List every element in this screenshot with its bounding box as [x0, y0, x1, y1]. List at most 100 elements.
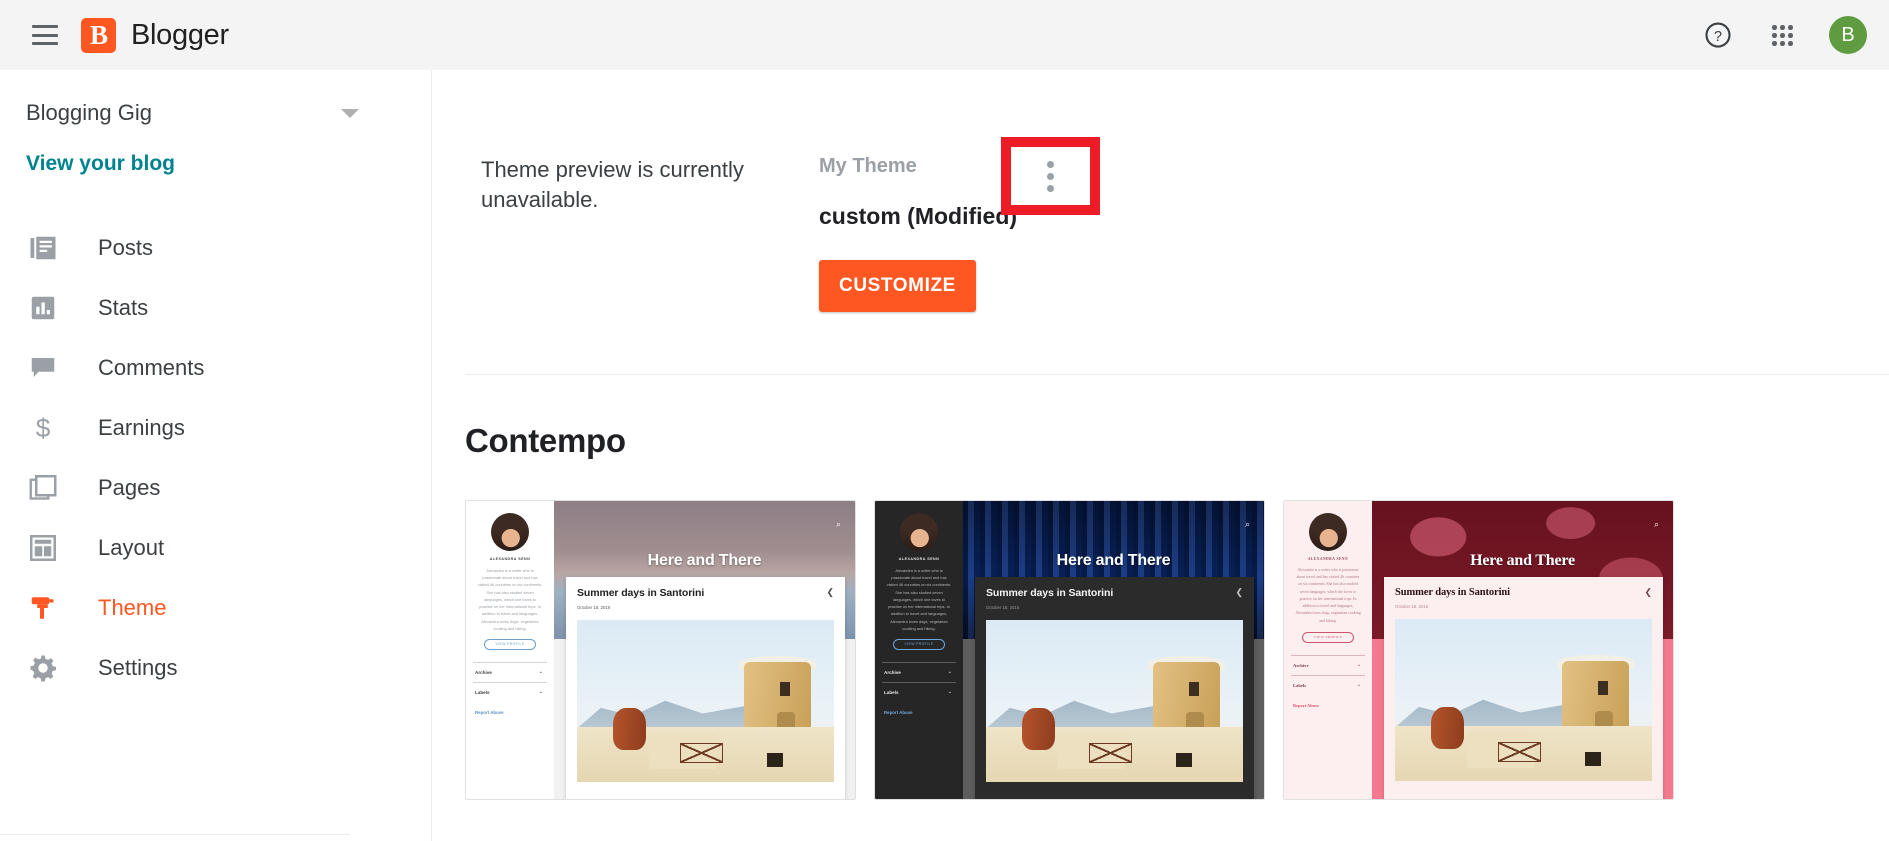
theme-icon — [26, 591, 60, 625]
preview-widgets: Archive ⌄ Labels ⌄ — [882, 661, 956, 702]
sidebar-item-earnings[interactable]: $ Earnings — [0, 398, 431, 458]
preview-post-title: Summer days in Santorini — [577, 587, 705, 599]
preview-report-abuse: Report Abuse — [475, 709, 504, 715]
sidebar: Blogging Gig View your blog Posts Stats … — [0, 70, 432, 841]
preview-unavailable-message: Theme preview is currently unavailable. — [481, 157, 744, 212]
theme-card-list: ALEXANDRA SENN Alexandra is a writer who… — [465, 500, 1889, 800]
theme-card[interactable]: ALEXANDRA SENN Alexandra is a writer who… — [1283, 500, 1674, 800]
comments-icon — [26, 351, 60, 385]
sidebar-nav: Posts Stats Comments $ Earnings Pages La… — [0, 218, 431, 698]
preview-author: ALEXANDRA SENN — [1307, 557, 1349, 561]
sidebar-item-posts[interactable]: Posts — [0, 218, 431, 278]
preview-widget-archive: Archive ⌄ — [882, 661, 956, 682]
sidebar-item-pages[interactable]: Pages — [0, 458, 431, 518]
current-theme-panel: Theme preview is currently unavailable. … — [433, 70, 1889, 312]
preview-post-head: Summer days in Santorini ❮ — [986, 587, 1243, 599]
chevron-down-icon: ⌄ — [1356, 683, 1361, 689]
pages-icon — [26, 471, 60, 505]
preview-widgets: Archive ⌄ Labels ⌄ — [473, 661, 547, 702]
sidebar-item-layout[interactable]: Layout — [0, 518, 431, 578]
app-title: Blogger — [131, 18, 229, 51]
preview-post-head: Summer days in Santorini ❮ — [1395, 587, 1652, 598]
theme-overflow-menu-highlight — [1001, 137, 1100, 215]
preview-sidebar: ALEXANDRA SENN Alexandra is a writer who… — [1284, 501, 1372, 799]
view-your-blog-link[interactable]: View your blog — [26, 152, 175, 176]
sidebar-item-label: Layout — [98, 535, 165, 560]
chevron-down-icon: ⌄ — [947, 689, 952, 696]
preview-avatar — [491, 513, 529, 551]
page-title: Contempo — [465, 422, 626, 459]
avatar[interactable]: B — [1829, 16, 1867, 54]
share-icon: ❮ — [826, 587, 834, 597]
main-content: Theme preview is currently unavailable. … — [433, 70, 1889, 841]
preview-widget-labels: Labels ⌄ — [1291, 674, 1365, 695]
settings-icon — [26, 651, 60, 685]
preview-post-title: Summer days in Santorini — [986, 587, 1114, 599]
preview-bio: Alexandra is a writer who is passionate … — [477, 568, 543, 631]
sidebar-item-label: Stats — [98, 295, 149, 320]
avatar-initial: B — [1841, 23, 1855, 46]
preview-post-title: Summer days in Santorini — [1395, 587, 1510, 598]
more-options-icon[interactable] — [1047, 160, 1054, 192]
hamburger-menu-icon[interactable] — [23, 13, 67, 57]
sidebar-item-stats[interactable]: Stats — [0, 278, 431, 338]
preview-widget-archive: Archive ⌄ — [473, 661, 547, 682]
preview-profile-button: VIEW PROFILE — [484, 638, 536, 650]
preview-post-date: October 18, 2016 — [986, 605, 1020, 610]
preview-avatar — [1309, 513, 1347, 551]
preview-blog-title: Here and There — [1470, 551, 1575, 569]
sidebar-item-label: Earnings — [98, 415, 185, 440]
preview-post-card: Summer days in Santorini ❮ October 18, 2… — [975, 577, 1254, 799]
theme-preview: ALEXANDRA SENN Alexandra is a writer who… — [466, 501, 855, 799]
header-actions: ? B — [1701, 16, 1867, 54]
sidebar-item-label: Comments — [98, 355, 205, 380]
sidebar-item-theme[interactable]: Theme — [0, 578, 431, 638]
preview-blog-title: Here and There — [1056, 551, 1171, 569]
blogger-brand[interactable]: B Blogger — [81, 17, 229, 53]
preview-post-head: Summer days in Santorini ❮ — [577, 587, 834, 599]
preview-widget-archive: Archive ⌄ — [1291, 654, 1365, 675]
preview-main: ⌕ Here and There SUBSCRIBE Summer days i… — [554, 501, 855, 799]
help-icon[interactable]: ? — [1701, 18, 1735, 52]
customize-button[interactable]: CUSTOMIZE — [819, 260, 976, 312]
sidebar-divider — [0, 834, 350, 835]
preview-post-image — [577, 620, 834, 782]
preview-post-image — [986, 620, 1243, 782]
sidebar-item-label: Settings — [98, 655, 178, 680]
preview-author: ALEXANDRA SENN — [489, 557, 531, 561]
chevron-down-icon — [341, 108, 359, 118]
svg-text:$: $ — [36, 413, 51, 443]
current-theme-name: custom (Modified) — [819, 203, 1018, 229]
preview-bio: Alexandra is a writer who is passionate … — [886, 568, 952, 631]
theme-card[interactable]: ALEXANDRA SENN Alexandra is a writer who… — [465, 500, 856, 800]
preview-widgets: Archive ⌄ Labels ⌄ — [1291, 654, 1365, 695]
preview-bio: Alexandra is a writer who is passionate … — [1295, 568, 1361, 623]
preview-sidebar: ALEXANDRA SENN Alexandra is a writer who… — [875, 501, 963, 799]
posts-icon — [26, 231, 60, 265]
search-icon: ⌕ — [1653, 519, 1659, 529]
sidebar-item-label: Posts — [98, 235, 154, 260]
theme-card[interactable]: ALEXANDRA SENN Alexandra is a writer who… — [874, 500, 1265, 800]
chevron-down-icon: ⌄ — [538, 669, 543, 676]
blog-name: Blogging Gig — [26, 100, 152, 125]
app-header: B Blogger ? B — [0, 0, 1889, 70]
hamburger-bar — [32, 41, 58, 45]
preview-profile-button: VIEW PROFILE — [1302, 631, 1354, 643]
theme-preview: ALEXANDRA SENN Alexandra is a writer who… — [875, 501, 1264, 799]
sidebar-item-settings[interactable]: Settings — [0, 638, 431, 698]
blogger-logo-glyph: B — [89, 19, 108, 50]
preview-post-date: October 18, 2016 — [1395, 604, 1429, 609]
chevron-down-icon: ⌄ — [538, 689, 543, 696]
google-apps-icon[interactable] — [1765, 18, 1799, 52]
preview-widget-labels: Labels ⌄ — [473, 681, 547, 702]
preview-report-abuse: Report Abuse — [884, 709, 913, 715]
search-icon: ⌕ — [1244, 519, 1250, 529]
sidebar-item-comments[interactable]: Comments — [0, 338, 431, 398]
theme-meta: My Theme custom (Modified) CUSTOMIZE — [819, 137, 1100, 312]
blog-selector[interactable]: Blogging Gig — [0, 90, 431, 136]
preview-post-date: October 18, 2016 — [577, 605, 611, 610]
chevron-down-icon: ⌄ — [1356, 663, 1361, 669]
svg-text:?: ? — [1714, 29, 1722, 45]
stats-icon — [26, 291, 60, 325]
preview-post-card: Summer days in Santorini ❮ October 18, 2… — [566, 577, 845, 799]
